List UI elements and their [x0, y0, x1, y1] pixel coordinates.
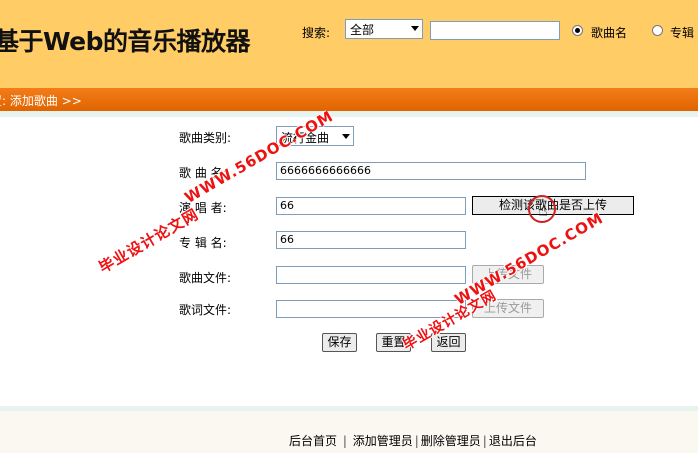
search-label: 搜索: — [302, 26, 331, 40]
radio-album[interactable] — [652, 25, 663, 36]
radio-album-label: 专辑 — [670, 26, 695, 40]
app-title: 基于Web的音乐播放器 — [0, 27, 251, 56]
footer: 后台首页 | 添加管理员 | 删除管理员 | 退出后台 — [0, 411, 698, 453]
song-name-input[interactable]: 6666666666666 — [276, 162, 586, 180]
singer-input[interactable]: 66 — [276, 197, 466, 215]
search-scope-value: 全部 — [350, 23, 375, 37]
save-button[interactable]: 保存 — [322, 333, 357, 352]
breadcrumb: 置: 添加歌曲 >> — [0, 94, 82, 108]
category-label: 歌曲类别: — [179, 131, 232, 145]
album-input[interactable]: 66 — [276, 231, 466, 249]
hand-pointer-icon: ☝ — [538, 201, 548, 220]
radio-song-name-label: 歌曲名 — [591, 26, 628, 40]
footer-add-admin-link[interactable]: 添加管理员 — [353, 434, 413, 448]
footer-separator: | — [414, 434, 419, 448]
chevron-down-icon — [342, 134, 350, 139]
radio-song-name[interactable] — [572, 25, 583, 36]
song-file-input[interactable] — [276, 266, 466, 284]
watermark-url: WWW.56DOC.COM — [181, 106, 337, 207]
navbar: 置: 添加歌曲 >> — [0, 88, 698, 111]
search-input[interactable] — [430, 21, 560, 40]
footer-delete-admin-link[interactable]: 删除管理员 — [421, 434, 481, 448]
album-label: 专 辑 名: — [179, 236, 227, 250]
footer-separator: | — [342, 434, 347, 448]
lyric-file-label: 歌词文件: — [179, 303, 232, 317]
divider-top — [0, 111, 698, 117]
footer-separator: | — [482, 434, 487, 448]
footer-logout-link[interactable]: 退出后台 — [489, 434, 537, 448]
footer-links: 后台首页 | 添加管理员 | 删除管理员 | 退出后台 — [289, 432, 537, 449]
search-scope-select[interactable]: 全部 — [345, 19, 423, 39]
footer-home-link[interactable]: 后台首页 — [289, 434, 337, 448]
header: 基于Web的音乐播放器 搜索: 全部 歌曲名 专辑 — [0, 0, 698, 88]
song-file-label: 歌曲文件: — [179, 271, 232, 285]
chevron-down-icon — [411, 26, 419, 31]
